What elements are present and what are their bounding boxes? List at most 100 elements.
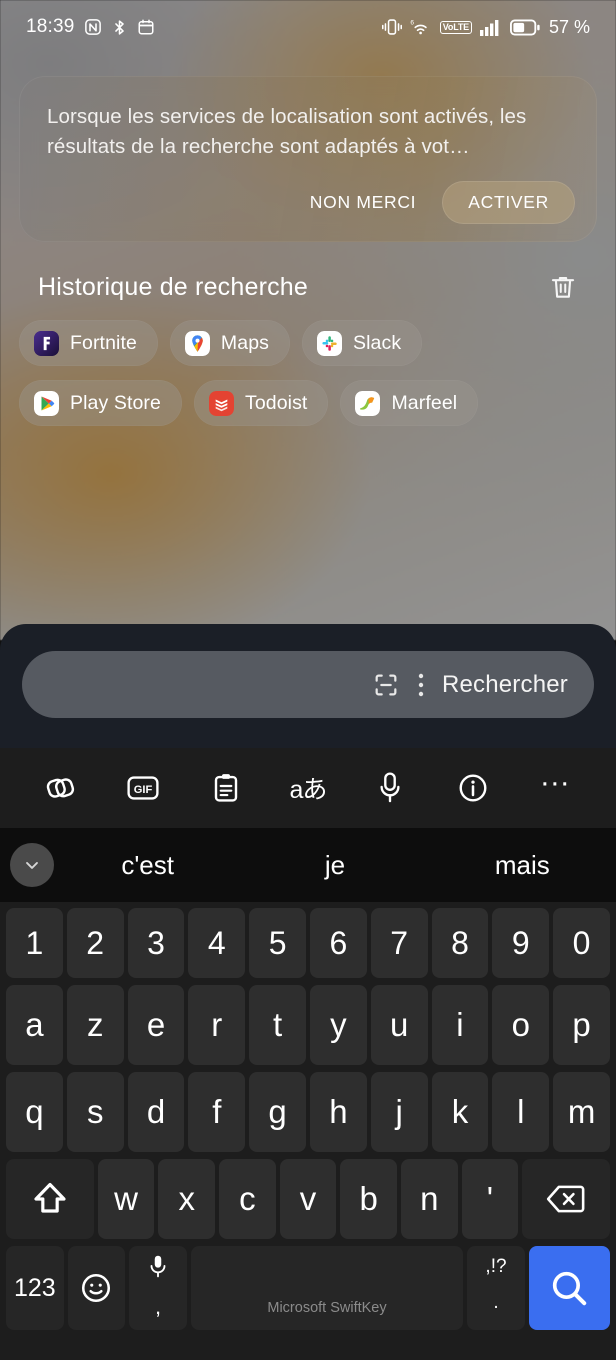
- search-input[interactable]: Rechercher: [22, 651, 594, 718]
- key-p[interactable]: p: [553, 985, 610, 1065]
- key-e[interactable]: e: [127, 985, 185, 1065]
- gif-icon[interactable]: GIF: [123, 768, 163, 808]
- prediction-candidate[interactable]: je: [241, 850, 428, 881]
- more-icon[interactable]: ···: [535, 768, 575, 808]
- enable-location-button[interactable]: ACTIVER: [442, 181, 575, 224]
- google-maps-icon: [184, 330, 210, 356]
- chip-label: Fortnite: [70, 331, 137, 354]
- search-action-label[interactable]: Rechercher: [442, 671, 568, 699]
- search-history-title: Historique de recherche: [38, 272, 309, 301]
- clipboard-icon[interactable]: [206, 768, 246, 808]
- microphone-icon[interactable]: [370, 768, 410, 808]
- key-q[interactable]: q: [6, 1072, 63, 1152]
- emoji-key[interactable]: [67, 1246, 126, 1330]
- key-w[interactable]: w: [97, 1159, 155, 1239]
- scan-lens-icon[interactable]: [372, 671, 400, 699]
- key-f[interactable]: f: [188, 1072, 246, 1152]
- key-z[interactable]: z: [66, 985, 124, 1065]
- key-y[interactable]: y: [309, 985, 367, 1065]
- prediction-candidate[interactable]: c'est: [54, 850, 241, 881]
- space-key[interactable]: Microsoft SwiftKey: [190, 1246, 464, 1330]
- key-g[interactable]: g: [249, 1072, 306, 1152]
- key-r[interactable]: r: [188, 985, 246, 1065]
- bluetooth-icon: [111, 18, 128, 37]
- marfeel-icon: [355, 390, 381, 416]
- history-chip-slack[interactable]: Slack: [302, 320, 423, 366]
- punctuation-key[interactable]: ,!? .: [467, 1246, 525, 1330]
- key-m[interactable]: m: [553, 1072, 610, 1152]
- key-8[interactable]: 8: [431, 908, 489, 978]
- key-7[interactable]: 7: [370, 908, 428, 978]
- svg-text:6: 6: [410, 20, 414, 27]
- key-apostrophe[interactable]: ': [461, 1159, 519, 1239]
- chevron-down-icon[interactable]: [10, 843, 54, 887]
- info-icon[interactable]: [453, 768, 493, 808]
- status-bar: 18:39 6 VoLTE 57 %: [0, 0, 616, 54]
- numeric-key[interactable]: 123: [6, 1246, 64, 1330]
- chip-label: Maps: [220, 331, 270, 354]
- mic-comma-key[interactable]: ,: [129, 1246, 187, 1330]
- key-n[interactable]: n: [400, 1159, 458, 1239]
- shift-key[interactable]: [6, 1159, 94, 1239]
- prediction-items: c'est je mais: [54, 850, 616, 881]
- play-store-icon: [34, 390, 59, 416]
- backspace-key[interactable]: [522, 1159, 611, 1239]
- key-k[interactable]: k: [431, 1072, 489, 1152]
- key-9[interactable]: 9: [492, 908, 550, 978]
- status-bar-right: 6 VoLTE 57 %: [381, 17, 590, 38]
- key-j[interactable]: j: [370, 1072, 428, 1152]
- keyboard-row-numbers: 1 2 3 4 5 6 7 8 9 0: [3, 908, 613, 978]
- key-b[interactable]: b: [340, 1159, 397, 1239]
- key-t[interactable]: t: [249, 985, 306, 1065]
- location-card-actions: NON MERCI ACTIVER: [298, 181, 575, 224]
- overflow-menu-icon[interactable]: [418, 672, 424, 698]
- shift-icon: [30, 1179, 70, 1219]
- key-u[interactable]: u: [370, 985, 428, 1065]
- key-4[interactable]: 4: [188, 908, 246, 978]
- space-key-label: Microsoft SwiftKey: [267, 1300, 387, 1316]
- battery-icon: [509, 19, 540, 36]
- key-d[interactable]: d: [127, 1072, 185, 1152]
- history-chip-play-store[interactable]: Play Store: [19, 380, 182, 426]
- history-chip-todoist[interactable]: Todoist: [193, 380, 329, 426]
- key-5[interactable]: 5: [249, 908, 306, 978]
- decline-location-button[interactable]: NON MERCI: [298, 182, 428, 223]
- key-3[interactable]: 3: [127, 908, 185, 978]
- status-clock: 18:39: [26, 16, 75, 37]
- chip-label: Marfeel: [391, 391, 458, 414]
- key-o[interactable]: o: [492, 985, 550, 1065]
- todoist-icon: [208, 390, 234, 416]
- history-chip-fortnite[interactable]: Fortnite: [19, 320, 158, 366]
- history-chip-maps[interactable]: Maps: [169, 320, 291, 366]
- microphone-icon: [129, 1254, 187, 1280]
- key-1[interactable]: 1: [6, 908, 63, 978]
- fortnite-icon: [34, 330, 59, 356]
- key-c[interactable]: c: [219, 1159, 276, 1239]
- keyboard-toolbar: GIF aあ ···: [0, 748, 616, 828]
- key-v[interactable]: v: [279, 1159, 337, 1239]
- phone-screen: 18:39 6 VoLTE 57 % Lorsque les services …: [0, 0, 616, 1360]
- key-l[interactable]: l: [492, 1072, 550, 1152]
- comma-label: ,: [154, 1294, 162, 1319]
- wifi-6-icon: 6: [410, 18, 432, 36]
- key-x[interactable]: x: [158, 1159, 216, 1239]
- search-key[interactable]: [528, 1246, 610, 1330]
- key-s[interactable]: s: [66, 1072, 124, 1152]
- key-0[interactable]: 0: [553, 908, 610, 978]
- key-i[interactable]: i: [431, 985, 489, 1065]
- trash-icon[interactable]: [548, 272, 578, 302]
- keyboard-row-bottom: 123 , Microsoft SwiftKey ,!? .: [3, 1246, 613, 1330]
- key-h[interactable]: h: [309, 1072, 367, 1152]
- keyboard-row-top: a z e r t y u i o p: [3, 985, 613, 1065]
- key-a[interactable]: a: [6, 985, 63, 1065]
- translate-icon[interactable]: aあ: [288, 768, 328, 808]
- prediction-candidate[interactable]: mais: [429, 850, 616, 881]
- history-chip-marfeel[interactable]: Marfeel: [340, 380, 479, 426]
- volte-icon: VoLTE: [439, 20, 472, 34]
- key-6[interactable]: 6: [309, 908, 367, 978]
- nfc-icon: [84, 18, 102, 36]
- chip-label: Play Store: [70, 391, 161, 414]
- sticker-icon[interactable]: [41, 768, 81, 808]
- key-2[interactable]: 2: [66, 908, 124, 978]
- search-icon: [547, 1266, 591, 1310]
